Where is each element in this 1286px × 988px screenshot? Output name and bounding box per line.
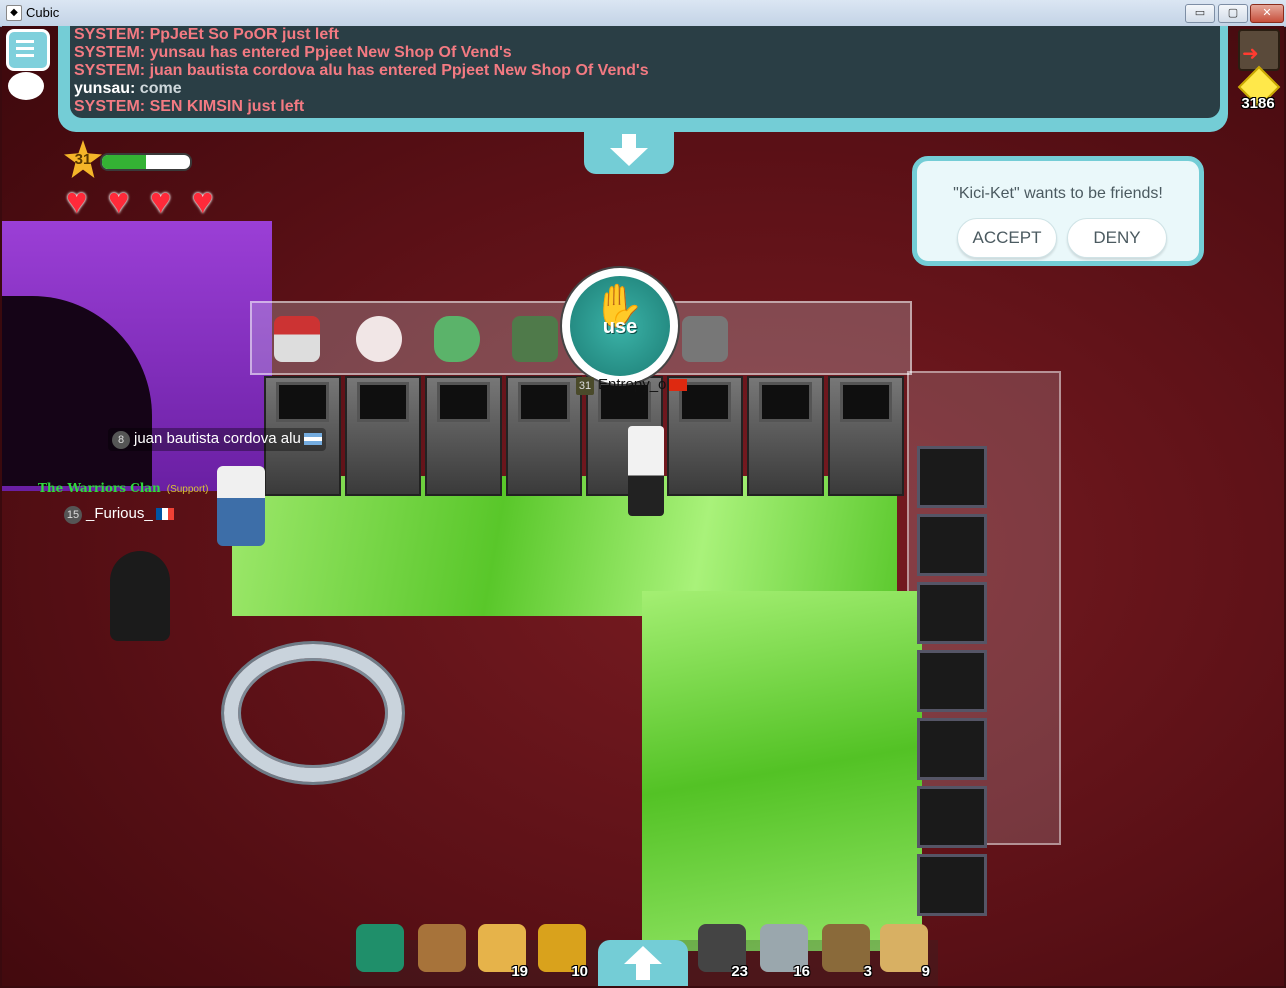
player-character-entropy[interactable] xyxy=(628,426,664,516)
level-badge: 31 xyxy=(576,377,594,395)
accept-button[interactable]: ACCEPT xyxy=(957,218,1057,258)
exit-door-button[interactable]: ➜ xyxy=(1238,29,1280,71)
nametag-furious[interactable]: 15 _Furious_ xyxy=(64,505,174,524)
hotbar-slot[interactable]: 3 xyxy=(818,918,874,980)
awning-item-icon[interactable] xyxy=(274,316,320,362)
argentina-flag-icon xyxy=(303,433,322,446)
hotbar-slot[interactable] xyxy=(414,918,470,980)
player-name: _Furious_ xyxy=(86,505,153,522)
hotbar-slot[interactable]: 23 xyxy=(694,918,750,980)
scroll-quill-icon xyxy=(418,924,466,972)
vending-machine[interactable] xyxy=(917,514,987,576)
window-titlebar: ◆ Cubic ▭ ▢ ✕ xyxy=(0,0,1286,27)
item-count: 19 xyxy=(511,963,528,980)
metal-helmet-item-icon[interactable] xyxy=(682,316,728,362)
chat-log[interactable]: SYSTEM: PpJeEt So PoOR just left SYSTEM:… xyxy=(70,26,1220,118)
vending-machine[interactable] xyxy=(505,376,582,496)
leaf-bowl-item-icon[interactable] xyxy=(434,316,480,362)
vending-machine[interactable] xyxy=(917,650,987,712)
use-label: use xyxy=(602,316,638,338)
item-count: 9 xyxy=(921,963,930,980)
menu-button[interactable] xyxy=(6,29,50,71)
pink-cloth-item-icon[interactable] xyxy=(356,316,402,362)
cube-count: 3186 xyxy=(1241,95,1275,112)
deny-button[interactable]: DENY xyxy=(1067,218,1167,258)
exit-arrow-icon: ➜ xyxy=(1242,43,1259,65)
vending-machine[interactable] xyxy=(747,376,824,496)
hotbar-slot[interactable]: 9 xyxy=(876,918,932,980)
clan-name: The Warriors Clan xyxy=(38,481,161,495)
chat-line: SYSTEM: SEN KIMSIN just left xyxy=(74,98,305,115)
chat-message: come xyxy=(135,80,182,97)
chat-collapse-button[interactable] xyxy=(584,132,674,174)
close-button[interactable]: ✕ xyxy=(1250,4,1284,23)
chat-line: yunsau: come xyxy=(74,80,1220,98)
vending-machine[interactable] xyxy=(917,718,987,780)
vending-machine[interactable] xyxy=(917,446,987,508)
hotbar-slot[interactable]: 10 xyxy=(534,918,590,980)
player-character-juan[interactable] xyxy=(217,466,265,546)
heart-icon: ♥ xyxy=(66,180,88,221)
xp-bar xyxy=(100,153,192,171)
hotbar-slot[interactable]: 19 xyxy=(474,918,530,980)
vending-machine[interactable] xyxy=(917,582,987,644)
item-count: 23 xyxy=(731,963,748,980)
arrow-down-icon xyxy=(610,134,648,166)
item-count: 10 xyxy=(571,963,588,980)
speech-bubble-icon[interactable] xyxy=(8,72,44,100)
minimize-button[interactable]: ▭ xyxy=(1185,4,1215,23)
chat-line: SYSTEM: juan bautista cordova alu has en… xyxy=(74,62,649,79)
inventory-expand-button[interactable] xyxy=(598,940,688,986)
heart-icon: ♥ xyxy=(108,180,130,221)
china-flag-icon xyxy=(669,379,688,392)
friend-request-dialog: "Kici-Ket" wants to be friends! ACCEPT D… xyxy=(912,156,1204,266)
chat-username[interactable]: yunsau: xyxy=(74,80,135,97)
france-flag-icon xyxy=(155,508,174,521)
vending-machine[interactable] xyxy=(344,376,421,496)
hand-icon xyxy=(356,924,404,972)
vending-machine[interactable] xyxy=(917,786,987,848)
player-name: Entropy_o xyxy=(598,376,667,393)
chat-line: SYSTEM: yunsau has entered Ppjeet New Sh… xyxy=(74,44,512,61)
clan-role: (Support) xyxy=(166,484,209,495)
app-icon: ◆ xyxy=(6,5,22,21)
frankenstein-mask-item-icon[interactable] xyxy=(512,316,558,362)
nametag-juan[interactable]: 8 juan bautista cordova alu xyxy=(108,428,326,451)
vending-machine-column xyxy=(917,446,987,916)
vending-machine[interactable] xyxy=(425,376,502,496)
health-hearts: ♥ ♥ ♥ ♥ xyxy=(66,180,228,221)
player-name: juan bautista cordova alu xyxy=(134,430,301,447)
metal-ring-object[interactable] xyxy=(224,644,402,782)
window-title: Cubic xyxy=(26,5,60,20)
heart-icon: ♥ xyxy=(150,180,172,221)
player-character-furious[interactable] xyxy=(110,551,170,641)
level-badge: 15 xyxy=(64,506,82,524)
vending-machine[interactable] xyxy=(917,854,987,916)
level-badge: 8 xyxy=(112,431,130,449)
heart-icon: ♥ xyxy=(192,180,214,221)
hotbar-slot[interactable] xyxy=(352,918,408,980)
item-count: 16 xyxy=(793,963,810,980)
clan-tag: The Warriors Clan (Support) xyxy=(38,481,208,495)
hotbar-slot[interactable]: 16 xyxy=(756,918,812,980)
item-count: 3 xyxy=(863,963,872,980)
nametag-entropy[interactable]: 31 Entropy_o xyxy=(576,376,688,395)
arrow-up-icon xyxy=(624,946,662,980)
green-floor-bottom xyxy=(642,591,922,951)
vending-machine[interactable] xyxy=(827,376,904,496)
friend-request-message: "Kici-Ket" wants to be friends! xyxy=(953,185,1163,202)
chat-line: SYSTEM: PpJeEt So PoOR just left xyxy=(74,26,339,43)
use-button[interactable]: ✋ use xyxy=(562,268,678,384)
chat-panel: SYSTEM: PpJeEt So PoOR just left SYSTEM:… xyxy=(58,26,1228,132)
xp-bar-fill xyxy=(102,155,146,169)
maximize-button[interactable]: ▢ xyxy=(1218,4,1248,23)
